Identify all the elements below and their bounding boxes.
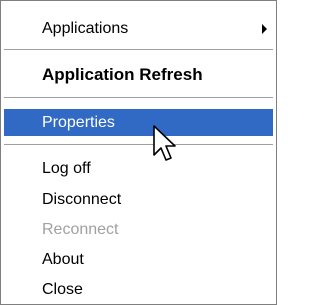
- menu-item-label: Close: [42, 281, 83, 298]
- menu-item-applications[interactable]: Applications: [4, 15, 273, 42]
- menu-separator: [4, 97, 273, 98]
- menu-item-label: Properties: [42, 114, 115, 131]
- context-menu: Applications Application Refresh Propert…: [0, 0, 277, 305]
- menu-separator: [4, 144, 273, 145]
- menu-item-label: Application Refresh: [42, 65, 203, 84]
- menu-item-label: Disconnect: [42, 191, 122, 208]
- submenu-arrow-icon: [262, 24, 267, 34]
- menu-item-application-refresh[interactable]: Application Refresh: [4, 61, 273, 88]
- menu-item-properties[interactable]: Properties: [4, 109, 273, 136]
- menu-item-label: Reconnect: [42, 221, 119, 238]
- menu-item-label: About: [42, 251, 84, 268]
- menu-item-log-off[interactable]: Log off: [4, 155, 273, 182]
- menu-item-disconnect[interactable]: Disconnect: [4, 186, 273, 213]
- menu-item-about[interactable]: About: [4, 246, 273, 273]
- menu-item-close[interactable]: Close: [4, 276, 273, 303]
- menu-item-label: Applications: [42, 20, 129, 37]
- menu-separator: [4, 49, 273, 50]
- menu-item-label: Log off: [42, 160, 91, 177]
- menu-item-reconnect: Reconnect: [4, 216, 273, 243]
